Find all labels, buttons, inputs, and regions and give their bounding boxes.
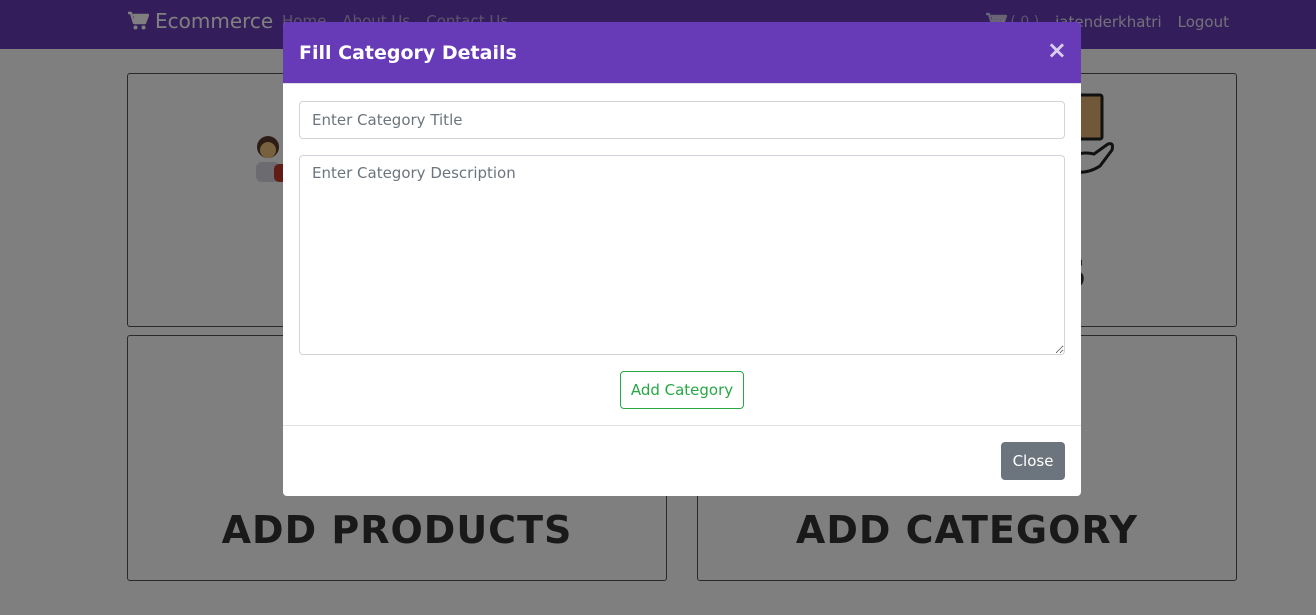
modal-body: Add Category — [283, 84, 1081, 425]
category-description-input[interactable] — [299, 155, 1065, 355]
add-category-button[interactable]: Add Category — [620, 371, 744, 409]
modal-title: Fill Category Details — [299, 42, 517, 64]
close-button[interactable]: Close — [1001, 442, 1065, 480]
category-modal: Fill Category Details × Add Category Clo… — [283, 22, 1081, 496]
category-title-input[interactable] — [299, 101, 1065, 139]
modal-header: Fill Category Details × — [283, 22, 1081, 84]
close-icon[interactable]: × — [1047, 38, 1067, 62]
modal-footer: Close — [283, 425, 1081, 496]
